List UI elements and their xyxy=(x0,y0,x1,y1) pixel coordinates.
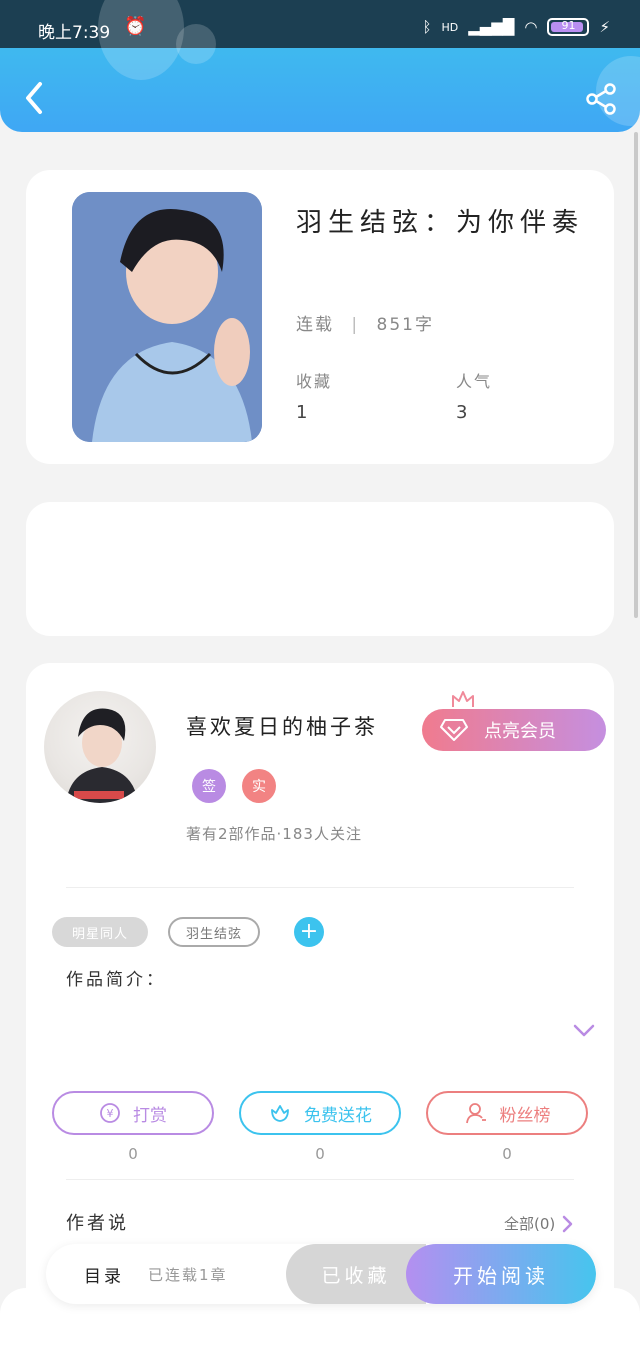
reward-count: 0 xyxy=(128,1145,138,1163)
scrollbar[interactable] xyxy=(634,132,638,618)
status-icons: ᛒ HD ▂▄▆█ ◠ 91 ⚡ xyxy=(422,18,610,36)
vip-button[interactable]: 点亮会员 xyxy=(422,709,606,751)
user-icon xyxy=(465,1103,486,1124)
divider xyxy=(66,1179,574,1180)
book-info-card: 羽生结弦：为你伴奏 连载 | 851字 收藏 人气 1 3 xyxy=(26,170,614,464)
author-avatar[interactable] xyxy=(44,691,156,803)
status-time: 晚上7:39 xyxy=(38,23,111,43)
collected-button[interactable]: 已收藏 xyxy=(286,1244,426,1304)
alarm-icon: ⏰ xyxy=(124,16,147,37)
decor-bubble xyxy=(176,24,216,64)
share-icon[interactable] xyxy=(584,82,618,116)
favorites-value: 1 xyxy=(296,402,308,423)
favorites-label: 收藏 xyxy=(296,372,333,391)
network-label: HD xyxy=(441,20,459,34)
send-flower-label: 免费送花 xyxy=(304,1105,372,1126)
all-link-label: 全部(0) xyxy=(504,1215,556,1233)
divider xyxy=(66,887,574,888)
reward-button[interactable]: ¥ 打赏 xyxy=(52,1091,214,1135)
signed-badge: 签 xyxy=(192,769,226,803)
intro-label: 作品简介： xyxy=(66,970,166,990)
avatar-image xyxy=(66,708,138,803)
back-icon[interactable] xyxy=(20,80,50,116)
diamond-icon xyxy=(440,719,468,741)
tag-item[interactable]: 羽生结弦 xyxy=(168,917,260,947)
popularity-value: 3 xyxy=(456,402,468,423)
author-name[interactable]: 喜欢夏日的柚子茶 xyxy=(186,711,378,741)
empty-banner-card xyxy=(26,502,614,636)
charging-icon: ⚡ xyxy=(599,18,610,36)
reward-label: 打赏 xyxy=(133,1105,167,1126)
vip-label: 点亮会员 xyxy=(484,721,556,742)
cover-image xyxy=(72,192,262,442)
yen-coin-icon: ¥ xyxy=(100,1103,120,1123)
flower-count: 0 xyxy=(315,1145,325,1163)
fan-ranking-label: 粉丝榜 xyxy=(499,1105,551,1126)
bluetooth-icon: ᛒ xyxy=(422,18,432,36)
chevron-right-icon xyxy=(563,1215,573,1232)
popularity-label: 人气 xyxy=(456,372,493,391)
decor-bubble xyxy=(98,0,184,80)
toc-button[interactable]: 目录 xyxy=(84,1262,124,1287)
send-flower-button[interactable]: 免费送花 xyxy=(239,1091,401,1135)
signal-icon: ▂▄▆█ xyxy=(468,18,515,36)
meta-divider: | xyxy=(351,315,360,335)
toc-status: 已连载1章 xyxy=(148,1266,228,1284)
battery-icon: 91 xyxy=(547,18,590,36)
crown-icon xyxy=(452,691,474,707)
bottom-action-bar: 目录 已连载1章 已收藏 开始阅读 xyxy=(46,1244,596,1304)
wifi-icon: ◠ xyxy=(524,18,538,36)
book-meta: 连载 | 851字 xyxy=(296,310,434,335)
author-says-all-link[interactable]: 全部(0) xyxy=(504,1213,573,1234)
author-says-title: 作者说 xyxy=(66,1213,129,1234)
start-reading-button[interactable]: 开始阅读 xyxy=(406,1244,596,1304)
book-status: 连载 xyxy=(296,315,334,335)
book-cover[interactable] xyxy=(72,192,262,442)
svg-text:¥: ¥ xyxy=(107,1107,114,1120)
fan-ranking-button[interactable]: 粉丝榜 xyxy=(426,1091,588,1135)
book-word-count: 851字 xyxy=(376,315,434,335)
book-title: 羽生结弦：为你伴奏 xyxy=(296,208,585,238)
verified-badge: 实 xyxy=(242,769,276,803)
fan-count: 0 xyxy=(502,1145,512,1163)
battery-level: 91 xyxy=(561,19,576,32)
flower-icon xyxy=(271,1105,289,1122)
tag-item[interactable]: 明星同人 xyxy=(52,917,148,947)
author-stats: 著有2部作品·183人关注 xyxy=(186,825,362,843)
top-header: 晚上7:39 ⏰ ᛒ HD ▂▄▆█ ◠ 91 ⚡ xyxy=(0,0,640,132)
chevron-down-icon[interactable] xyxy=(572,1023,596,1039)
add-tag-button[interactable]: + xyxy=(294,917,324,947)
